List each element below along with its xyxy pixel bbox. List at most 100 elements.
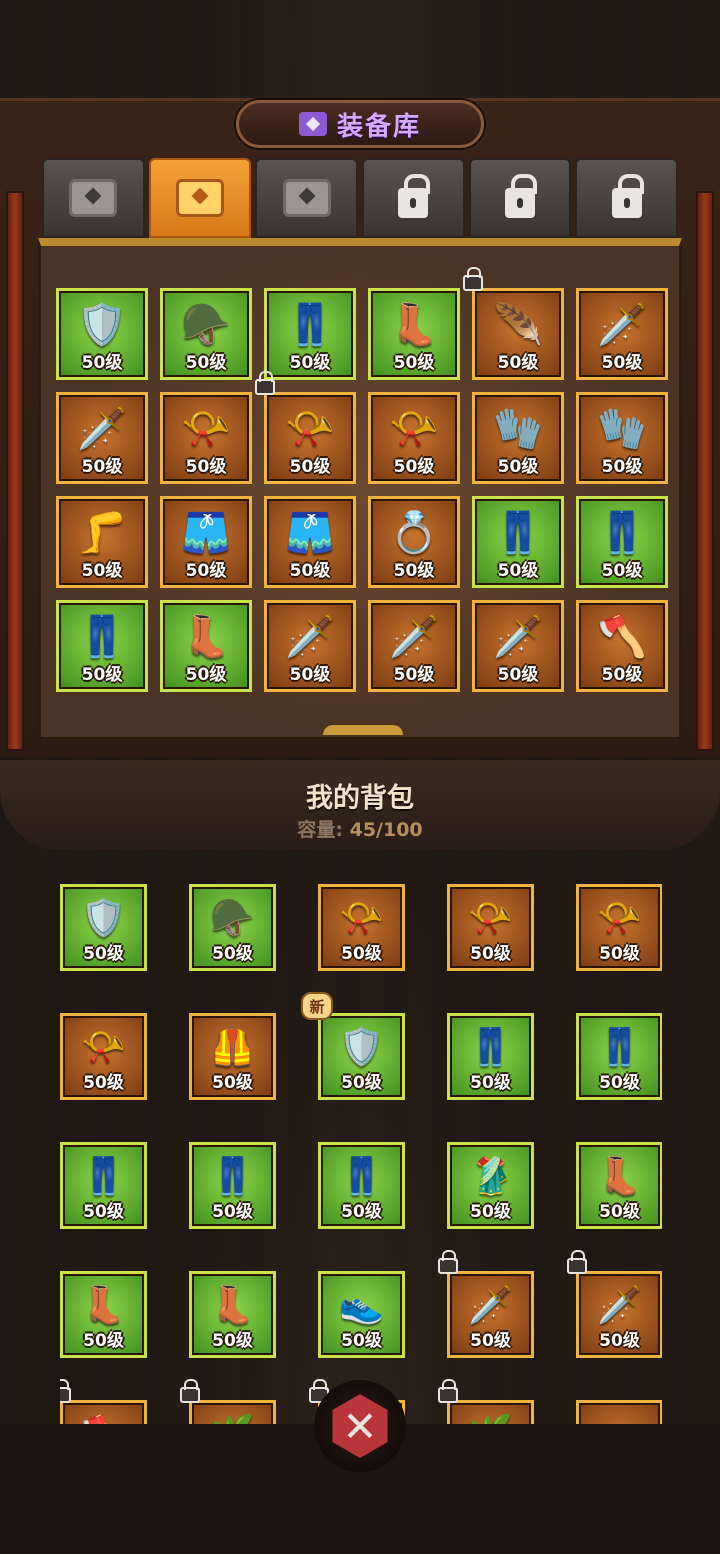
item-slot[interactable]: 🪓 bbox=[60, 1379, 147, 1424]
item-slot[interactable]: 📯 50级 bbox=[447, 884, 534, 971]
item-slot[interactable]: 🌿 bbox=[438, 1379, 534, 1424]
item-slot[interactable]: 🗡️ 50级 bbox=[264, 600, 356, 692]
lock-icon bbox=[398, 174, 431, 218]
blue-fur-boots-icon: 👢 bbox=[181, 614, 231, 660]
item-slot[interactable]: 🪶 50级 bbox=[463, 267, 564, 380]
item-slot[interactable]: 📯 50级 bbox=[318, 884, 405, 971]
vault-tabs bbox=[42, 158, 679, 238]
item-level: 50级 bbox=[497, 353, 539, 373]
item-slot[interactable]: 👖 50级 bbox=[318, 1142, 405, 1229]
item-slot[interactable]: 🦵 50级 bbox=[56, 496, 148, 588]
backpack-capacity: 容量: 45/100 bbox=[0, 815, 720, 842]
item-level: 50级 bbox=[212, 944, 253, 964]
vault-title-plaque: 装备库 bbox=[236, 100, 484, 148]
item-level: 50级 bbox=[83, 944, 124, 964]
tab-2[interactable] bbox=[148, 158, 252, 238]
item-slot[interactable]: 📯 50级 bbox=[576, 884, 662, 971]
item-slot[interactable]: 🗡️ 50级 bbox=[368, 600, 460, 692]
red-pants-icon: 🩳 bbox=[285, 510, 335, 556]
item-slot[interactable]: 🗡️ 50级 bbox=[438, 1250, 534, 1358]
close-button[interactable]: ✕ bbox=[314, 1380, 406, 1472]
item-slot[interactable]: 🗡️ 50级 bbox=[56, 392, 148, 484]
tab-1[interactable] bbox=[42, 158, 145, 238]
item-level: 50级 bbox=[341, 1202, 382, 1222]
item-slot[interactable]: 👖 50级 bbox=[60, 1142, 147, 1229]
item-slot[interactable]: 👢 50级 bbox=[576, 1142, 662, 1229]
purple-horn-icon: 📯 bbox=[597, 897, 642, 939]
purple-boots-icon: 👢 bbox=[210, 1284, 255, 1326]
item-level: 50级 bbox=[289, 353, 331, 373]
branch-icon: 🌿 bbox=[468, 1416, 513, 1424]
item-slot[interactable]: 👖 50级 bbox=[447, 1013, 534, 1100]
tab-4[interactable] bbox=[362, 158, 465, 238]
item-slot[interactable]: 🧤 50级 bbox=[472, 392, 564, 484]
spiked-sword-icon: 🗡️ bbox=[77, 406, 127, 452]
item-slot[interactable]: 👢 50级 bbox=[60, 1271, 147, 1358]
item-level: 50级 bbox=[599, 1202, 640, 1222]
item-slot[interactable] bbox=[576, 1400, 662, 1424]
tab-5[interactable] bbox=[468, 158, 572, 238]
item-slot[interactable]: 👖 50级 bbox=[576, 1013, 662, 1100]
item-level: 50级 bbox=[601, 457, 643, 477]
item-level: 50级 bbox=[470, 1331, 511, 1351]
backpack-title: 我的背包 bbox=[306, 783, 414, 814]
dark-pants-icon: 👖 bbox=[468, 1026, 513, 1068]
item-slot[interactable]: 📯 50级 bbox=[160, 392, 252, 484]
item-slot[interactable]: 👢 50级 bbox=[368, 288, 460, 380]
item-slot[interactable]: 👖 50级 bbox=[472, 496, 564, 588]
great-sword-icon: 🗡️ bbox=[493, 614, 543, 660]
item-level: 50级 bbox=[81, 561, 123, 581]
backpack-item-grid: 🛡️ 50级 🪖 50级 📯 50级 📯 50级 📯 50级 📯 50级 🦺 50级 🛡️ 50级新 👖 50级 👖… bbox=[60, 884, 662, 1424]
item-slot[interactable]: 👢 50级 bbox=[160, 600, 252, 692]
item-slot[interactable]: 📯 50级 bbox=[368, 392, 460, 484]
lock-icon bbox=[463, 267, 483, 291]
dagger-icon: 🗡️ bbox=[285, 614, 335, 660]
tab-3[interactable] bbox=[255, 158, 359, 238]
item-level: 50级 bbox=[289, 457, 331, 477]
item-level: 50级 bbox=[341, 1073, 382, 1093]
item-slot[interactable]: 🗡️ 50级 bbox=[472, 600, 564, 692]
item-slot[interactable]: 🌿 bbox=[180, 1379, 276, 1424]
item-slot[interactable]: 👢 50级 bbox=[189, 1271, 276, 1358]
item-slot[interactable]: 👖 50级 bbox=[264, 288, 356, 380]
blue-pants-icon: 👖 bbox=[285, 302, 335, 348]
item-slot[interactable]: 🧤 50级 bbox=[576, 392, 668, 484]
item-slot[interactable]: 👖 50级 bbox=[189, 1142, 276, 1229]
silver-armor-icon: 🛡️ bbox=[339, 1026, 384, 1068]
antler-helmet-icon: 🪖 bbox=[210, 897, 255, 939]
tab-6[interactable] bbox=[575, 158, 679, 238]
chest-icon bbox=[282, 179, 331, 217]
item-slot[interactable]: 🛡️ 50级 新 bbox=[301, 992, 405, 1100]
item-level: 50级 bbox=[81, 665, 123, 685]
feather-blade-icon: 🪶 bbox=[493, 302, 543, 348]
item-slot[interactable]: 💍 50级 bbox=[368, 496, 460, 588]
item-slot[interactable]: 🗡️ 50级 bbox=[567, 1250, 662, 1358]
item-slot[interactable]: 🪓 50级 bbox=[576, 600, 668, 692]
item-slot[interactable]: 👟 50级 bbox=[318, 1271, 405, 1358]
item-slot[interactable]: 🥻 50级 bbox=[447, 1142, 534, 1229]
item-slot[interactable]: 📯 50级 bbox=[60, 1013, 147, 1100]
item-slot[interactable]: 🛡️ 50级 bbox=[56, 288, 148, 380]
item-level: 50级 bbox=[212, 1202, 253, 1222]
item-level: 50级 bbox=[470, 1202, 511, 1222]
item-level: 50级 bbox=[601, 353, 643, 373]
item-slot[interactable]: 🗡️ 50级 bbox=[576, 288, 668, 380]
item-slot[interactable]: 📯 50级 bbox=[255, 371, 356, 484]
item-slot[interactable]: 🪖 50级 bbox=[189, 884, 276, 971]
item-level: 50级 bbox=[212, 1073, 253, 1093]
item-slot[interactable]: 🛡️ 50级 bbox=[60, 884, 147, 971]
item-slot[interactable]: 🩳 50级 bbox=[264, 496, 356, 588]
vault-title: 装备库 bbox=[336, 111, 421, 142]
new-badge: 新 bbox=[301, 992, 333, 1020]
lock-icon bbox=[567, 1250, 587, 1274]
item-level: 50级 bbox=[470, 944, 511, 964]
item-level: 50级 bbox=[185, 561, 227, 581]
item-level: 50级 bbox=[289, 561, 331, 581]
item-slot[interactable]: 🪖 50级 bbox=[160, 288, 252, 380]
item-slot[interactable]: 🩳 50级 bbox=[160, 496, 252, 588]
item-slot[interactable]: 🦺 50级 bbox=[189, 1013, 276, 1100]
green-armor-icon: 🦺 bbox=[210, 1026, 255, 1068]
item-slot[interactable]: 👖 50级 bbox=[56, 600, 148, 692]
axe-icon: 🪓 bbox=[597, 614, 647, 660]
item-slot[interactable]: 👖 50级 bbox=[576, 496, 668, 588]
